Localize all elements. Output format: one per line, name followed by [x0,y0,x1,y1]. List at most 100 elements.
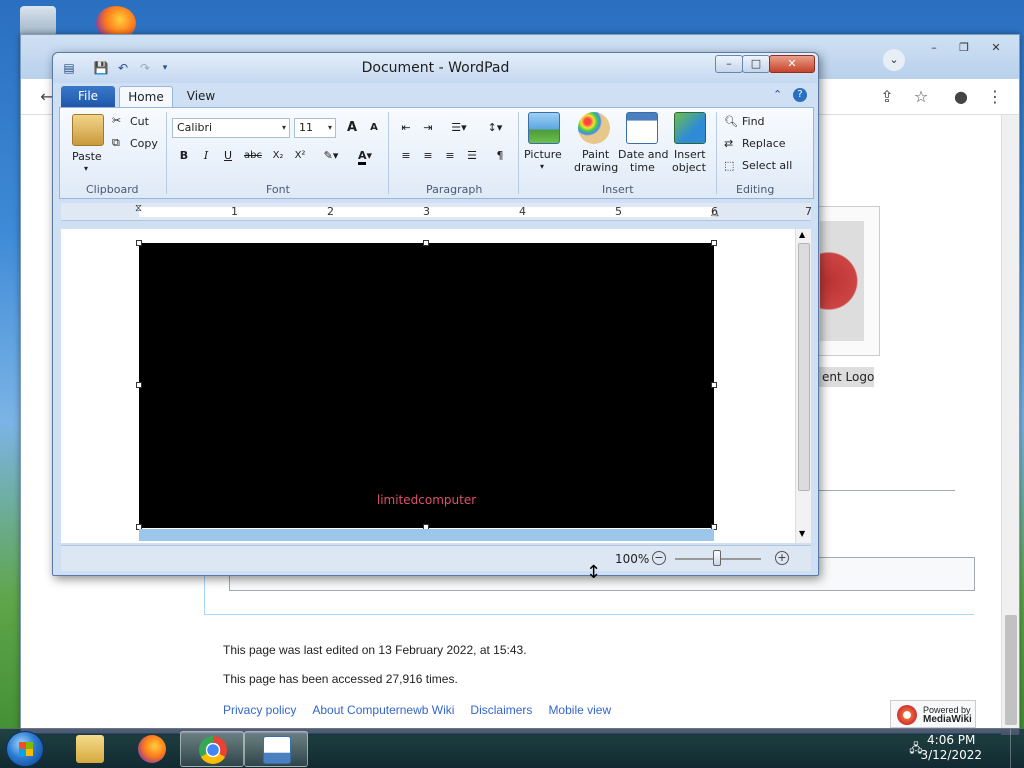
zoom-out-icon[interactable]: − [652,551,666,565]
document-area[interactable]: limitedcomputer ▲ ▼ [61,229,811,543]
resize-handle[interactable] [711,240,717,246]
picture-icon[interactable] [528,112,560,144]
replace-button[interactable]: Replace [742,137,786,150]
clock[interactable]: 4:06 PM 3/12/2022 [920,733,982,763]
copy-icon[interactable]: ⧉ [112,136,120,150]
document-scroll-thumb[interactable] [798,243,810,491]
insert-object-button-line1[interactable]: Insert [674,148,706,161]
align-center-icon[interactable]: ≡ [418,146,438,164]
close-button[interactable]: ✕ [769,55,815,73]
paint-drawing-button-line2[interactable]: drawing [574,161,618,174]
paragraph-settings-icon[interactable]: ¶ [490,146,510,164]
browser-scroll-thumb[interactable] [1005,615,1017,725]
cut-icon[interactable]: ✂ [112,114,121,127]
resize-handle[interactable] [423,240,429,246]
font-family-dropdown[interactable]: Calibri ▾ [172,118,290,138]
browser-maximize-button[interactable]: ❐ [949,39,979,57]
taskbar-firefox[interactable] [120,731,184,767]
ruler[interactable]: 1 2 3 4 5 6 7 ⧖ △ [61,203,812,221]
show-desktop-button[interactable] [1010,729,1024,768]
bold-button[interactable]: B [174,146,194,164]
scroll-down-icon[interactable]: ▼ [799,529,805,538]
tab-home[interactable]: Home [119,86,173,108]
taskbar-chrome[interactable] [180,731,244,767]
browser-minimize-button[interactable]: – [919,39,949,57]
share-icon[interactable]: ⇪ [877,87,897,107]
inserted-image[interactable]: limitedcomputer [136,240,717,530]
superscript-button[interactable]: X² [290,146,310,164]
browser-close-button[interactable]: ✕ [981,39,1011,57]
disclaimers-link[interactable]: Disclaimers [470,703,532,717]
resize-handle[interactable] [136,382,142,388]
ruler-number: 3 [423,205,430,218]
italic-button[interactable]: I [196,146,216,164]
left-indent-marker-icon[interactable]: ⧖ [135,203,142,214]
select-all-button[interactable]: Select all [742,159,792,172]
picture-dropdown-icon[interactable]: ▾ [540,162,544,171]
select-all-icon[interactable]: ⬚ [724,159,734,172]
wordpad-title-bar[interactable]: ▤ 💾 ↶ ↷ ▾ Document - WordPad – □ ✕ [53,53,818,83]
underline-button[interactable]: U [218,146,238,164]
find-button[interactable]: Find [742,115,765,128]
zoom-level[interactable]: 100% [615,552,649,566]
bookmark-star-icon[interactable]: ☆ [911,87,931,107]
shrink-font-button[interactable]: A [364,118,384,136]
browser-scrollbar[interactable] [1001,115,1019,735]
paint-drawing-icon[interactable] [578,112,610,144]
taskbar-explorer[interactable] [58,731,122,767]
line-spacing-icon[interactable]: ↕▾ [480,118,510,136]
profile-icon[interactable]: ● [951,87,971,107]
date-time-button-line1[interactable]: Date and [618,148,668,161]
help-icon[interactable]: ? [793,88,807,102]
grow-font-button[interactable]: A [342,118,362,136]
paint-drawing-button-line1[interactable]: Paint [582,148,609,161]
date-time-button-line2[interactable]: time [630,161,655,174]
tab-search-icon[interactable]: ⌄ [883,49,905,71]
taskbar-wordpad[interactable] [244,731,308,767]
paste-icon[interactable] [72,114,104,146]
increase-indent-icon[interactable]: ⇥ [418,118,438,136]
paste-button[interactable]: Paste [72,150,102,163]
resize-handle[interactable] [136,240,142,246]
copy-button[interactable]: Copy [130,137,158,150]
zoom-in-icon[interactable]: + [775,551,789,565]
scroll-up-icon[interactable]: ▲ [799,230,805,239]
resize-handle[interactable] [711,382,717,388]
start-button[interactable] [6,731,44,767]
recycle-bin-icon[interactable] [20,6,56,36]
font-color-button[interactable]: A▾ [350,146,380,165]
about-link[interactable]: About Computernewb Wiki [312,703,454,717]
font-size-dropdown[interactable]: 11 ▾ [294,118,336,138]
window-title: Document - WordPad [361,60,510,76]
mobile-view-link[interactable]: Mobile view [548,703,611,717]
powered-by-mediawiki-badge[interactable]: Powered by MediaWiki [890,700,976,728]
privacy-policy-link[interactable]: Privacy policy [223,703,296,717]
right-indent-marker-icon[interactable]: △ [711,207,719,218]
subscript-button[interactable]: X₂ [268,146,288,164]
logo-image[interactable] [820,221,864,341]
replace-icon[interactable]: ⇄ [724,137,733,150]
highlight-icon[interactable]: ✎▾ [316,146,346,164]
paste-dropdown-icon[interactable]: ▾ [84,164,88,173]
insert-object-icon[interactable] [674,112,706,144]
cut-button[interactable]: Cut [130,115,149,128]
tab-file[interactable]: File [61,86,115,108]
strikethrough-button[interactable]: abc [240,146,266,164]
insert-object-button-line2[interactable]: object [672,161,706,174]
decrease-indent-icon[interactable]: ⇤ [396,118,416,136]
zoom-slider-handle[interactable] [713,550,721,566]
bullet-list-icon[interactable]: ☰▾ [444,118,474,136]
document-scrollbar[interactable]: ▲ ▼ [795,229,811,543]
align-right-icon[interactable]: ≡ [440,146,460,164]
menu-icon[interactable]: ⋮ [985,87,1005,107]
align-left-icon[interactable]: ≡ [396,146,416,164]
minimize-button[interactable]: – [715,55,743,73]
justify-icon[interactable]: ☰ [462,146,482,164]
find-icon[interactable]: 🔍︎ [724,115,738,128]
picture-button[interactable]: Picture [524,148,562,161]
tab-view[interactable]: View [181,86,221,108]
maximize-button[interactable]: □ [742,55,770,73]
date-time-icon[interactable] [626,112,658,144]
minimize-ribbon-icon[interactable]: ⌃ [773,88,782,101]
group-separator [716,112,717,194]
